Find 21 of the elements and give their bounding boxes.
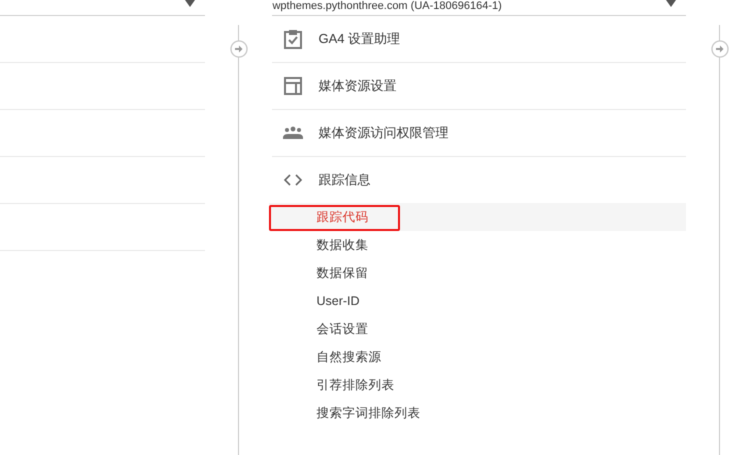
caret-icon [185,0,196,7]
dropdown[interactable] [0,0,206,16]
submenu-item[interactable]: 跟踪代码 [269,203,686,231]
menu-item[interactable]: 媒体资源设置 [272,63,686,110]
clipboard-check-icon [282,28,304,50]
menu-item[interactable]: GA4 设置助理 [272,16,686,63]
submenu-item[interactable]: 数据收集 [269,231,686,259]
submenu-item[interactable]: 搜索字词排除列表 [269,399,686,427]
menu-item[interactable]: 媒体资源访问权限管理 [272,110,686,157]
layout-icon [282,75,304,97]
submenu-item[interactable]: 会话设置 [269,315,686,343]
submenu-item[interactable]: 引荐排除列表 [269,371,686,399]
arrow-circle-icon[interactable] [710,40,729,58]
caret-icon [666,0,676,7]
submenu-item[interactable]: 自然搜索源 [269,343,686,371]
submenu-item[interactable]: 数据保留 [269,259,686,287]
arrow-circle-icon[interactable] [230,40,248,58]
dropdown-value: wpthemes.pythonthree.com (UA-180696164-1) [272,0,502,13]
property-dropdown[interactable]: wpthemes.pythonthree.com (UA-180696164-1) [272,0,686,16]
submenu-item[interactable]: User-ID [269,287,686,315]
menu-item[interactable]: 跟踪信息 [272,157,686,203]
